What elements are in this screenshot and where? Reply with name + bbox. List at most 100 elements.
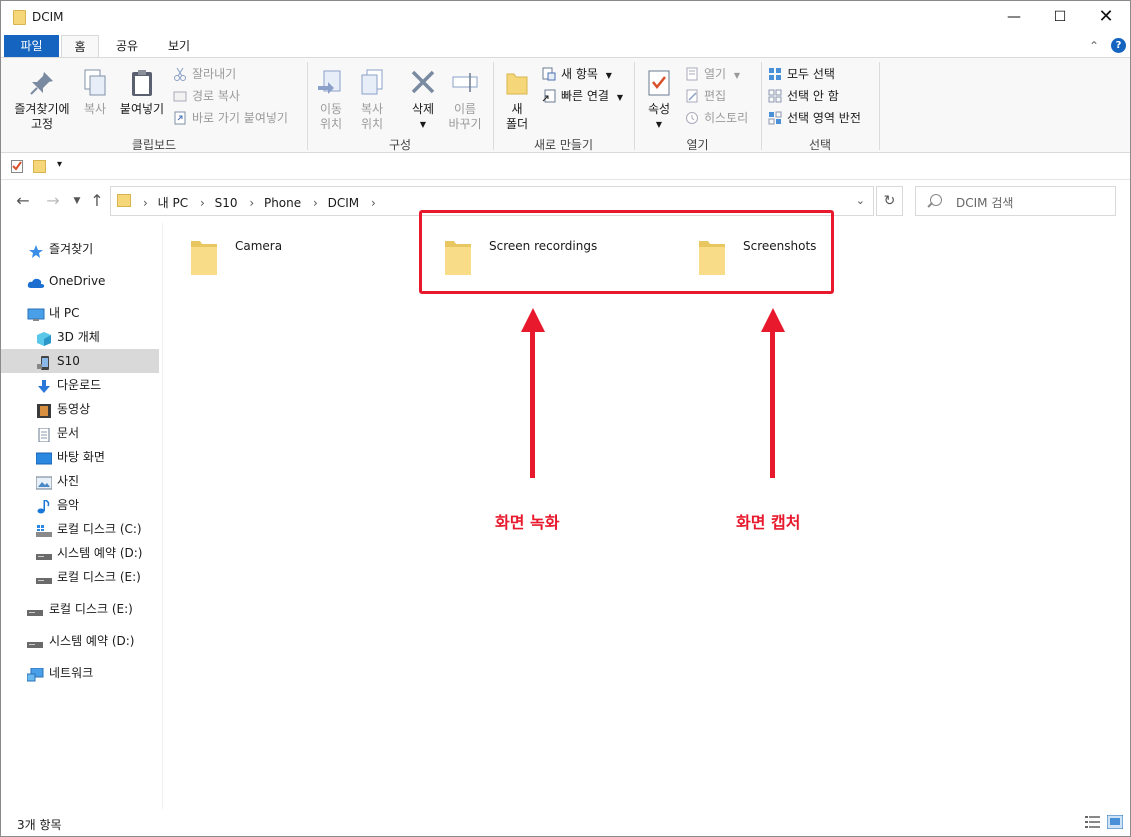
delete-dropdown-icon: ▼: [419, 120, 427, 129]
tab-view[interactable]: 보기: [157, 35, 201, 57]
new-folder-label-line1: 새: [511, 102, 523, 116]
pin-label-line2: 고정: [30, 117, 54, 131]
star-icon: [28, 242, 44, 258]
search-input[interactable]: DCIM 검색: [915, 186, 1116, 216]
nav-item-local-disk-c[interactable]: 로컬 디스크 (C:): [1, 517, 159, 541]
nav-label: 동영상: [57, 402, 91, 416]
nav-item-system-reserved-d[interactable]: 시스템 예약 (D:): [1, 541, 159, 565]
file-list: Camera Screen recordings Screenshots: [164, 223, 1130, 809]
new-item-label: 새 항목: [561, 67, 598, 81]
copy-path-button[interactable]: 경로 복사: [173, 86, 240, 106]
recent-locations-icon[interactable]: ▼: [67, 191, 87, 211]
tab-file[interactable]: 파일: [4, 35, 59, 57]
cut-button[interactable]: 잘라내기: [173, 64, 236, 84]
nav-item-network[interactable]: 네트워크: [1, 661, 159, 685]
easy-access-button[interactable]: 빠른 연결 ▼: [542, 86, 623, 106]
copy-button[interactable]: 복사: [78, 68, 112, 117]
breadcrumb-s10[interactable]: S10: [215, 196, 238, 210]
copy-to-button[interactable]: 복사 위치: [354, 68, 390, 132]
nav-item-desktop[interactable]: 바탕 화면: [1, 445, 159, 469]
arrow-up-icon: [761, 308, 785, 332]
invert-selection-icon: [768, 111, 782, 125]
nav-item-music[interactable]: 음악: [1, 493, 159, 517]
nav-item-videos[interactable]: 동영상: [1, 397, 159, 421]
nav-item-downloads[interactable]: 다운로드: [1, 373, 159, 397]
chevron-right-icon: ›: [143, 196, 148, 210]
nav-item-pictures[interactable]: 사진: [1, 469, 159, 493]
open-button[interactable]: 열기 ▼: [685, 64, 740, 84]
nav-label: 바탕 화면: [57, 450, 105, 464]
network-icon: [26, 666, 44, 682]
search-placeholder: DCIM 검색: [956, 196, 1014, 210]
rename-label-line1: 이름: [453, 102, 477, 116]
breadcrumb-dcim[interactable]: DCIM: [328, 196, 360, 210]
chevron-down-icon[interactable]: ⌄: [856, 194, 865, 207]
large-icons-view-icon[interactable]: [1106, 814, 1124, 830]
nav-item-this-pc[interactable]: 내 PC: [1, 301, 159, 325]
window-title: DCIM: [32, 10, 64, 24]
item-count: 3개 항목: [17, 818, 62, 832]
invert-selection-button[interactable]: 선택 영역 반전: [768, 108, 861, 128]
nav-item-local-disk-e[interactable]: 로컬 디스크 (E:): [1, 565, 159, 589]
customize-qat-icon[interactable]: ▾: [57, 159, 62, 170]
nav-item-documents[interactable]: 문서: [1, 421, 159, 445]
history-button[interactable]: 히스토리: [685, 108, 748, 128]
tab-share[interactable]: 공유: [105, 35, 149, 57]
paste-shortcut-button[interactable]: 바로 가기 붙여넣기: [173, 108, 288, 128]
easy-access-label: 빠른 연결: [561, 89, 609, 103]
search-icon: [930, 194, 942, 206]
delete-button[interactable]: 삭제 ▼: [405, 68, 441, 132]
maximize-button[interactable]: ☐: [1037, 1, 1083, 33]
scissors-icon: [173, 67, 187, 81]
details-view-icon[interactable]: [1085, 815, 1101, 829]
desktop-icon: [35, 450, 53, 465]
edit-icon: [685, 89, 699, 103]
nav-label: 문서: [57, 426, 80, 440]
help-icon[interactable]: ?: [1111, 38, 1126, 53]
select-none-button[interactable]: 선택 안 함: [768, 86, 839, 106]
minimize-button[interactable]: —: [991, 1, 1037, 33]
new-folder-button[interactable]: 새 폴더: [501, 68, 533, 132]
nav-item-local-disk-e-root[interactable]: 로컬 디스크 (E:): [1, 597, 159, 621]
paste-icon: [127, 68, 157, 98]
copy-path-icon: [173, 89, 187, 103]
breadcrumb-phone[interactable]: Phone: [264, 196, 301, 210]
up-arrow-icon[interactable]: ↑: [87, 191, 107, 211]
nav-item-system-reserved-d-root[interactable]: 시스템 예약 (D:): [1, 629, 159, 653]
easy-access-dropdown-icon: ▼: [616, 93, 623, 102]
rename-button[interactable]: 이름 바꾸기: [445, 68, 485, 132]
nav-item-quick-access[interactable]: 즐겨찾기: [1, 237, 159, 261]
breadcrumb: › 내 PC › S10 › Phone › DCIM ›: [141, 194, 382, 211]
new-item-button[interactable]: 새 항목 ▼: [542, 64, 612, 84]
close-button[interactable]: ✕: [1083, 1, 1129, 33]
nav-item-onedrive[interactable]: OneDrive: [1, 269, 159, 293]
select-none-icon: [768, 89, 782, 103]
nav-label: 즐겨찾기: [49, 242, 94, 256]
properties-checkmark-icon[interactable]: [11, 160, 23, 173]
breadcrumb-this-pc[interactable]: 내 PC: [158, 196, 188, 210]
history-icon: [685, 111, 699, 125]
select-all-button[interactable]: 모두 선택: [768, 64, 835, 84]
pin-icon: [27, 68, 57, 98]
nav-item-3d-objects[interactable]: 3D 개체: [1, 325, 159, 349]
status-bar: 3개 항목: [1, 811, 1130, 836]
navigation-pane: 즐겨찾기 OneDrive 내 PC 3D 개체 S10 다운로드 동영상 문서…: [1, 223, 163, 809]
nav-label: OneDrive: [49, 274, 106, 288]
edit-button[interactable]: 편집: [685, 86, 726, 106]
new-folder-qat-icon[interactable]: [33, 160, 46, 173]
paste-button[interactable]: 붙여넣기: [116, 68, 168, 117]
forward-arrow-icon[interactable]: →: [43, 191, 63, 211]
nav-label: 네트워크: [49, 666, 94, 680]
select-none-label: 선택 안 함: [787, 89, 839, 103]
collapse-ribbon-icon[interactable]: ⌃: [1089, 39, 1099, 53]
move-to-button[interactable]: 이동 위치: [313, 68, 349, 132]
tab-home[interactable]: 홈: [61, 35, 99, 57]
refresh-button[interactable]: ↻: [876, 186, 903, 216]
back-arrow-icon[interactable]: ←: [13, 191, 33, 211]
properties-button[interactable]: 속성 ▼: [642, 68, 676, 132]
folder-icon: [190, 237, 218, 277]
nav-item-s10[interactable]: S10: [1, 349, 159, 373]
nav-label: 사진: [57, 474, 80, 488]
folder-item-camera[interactable]: Camera: [190, 237, 390, 287]
pin-quick-access-button[interactable]: 즐겨찾기에 고정: [9, 68, 75, 132]
